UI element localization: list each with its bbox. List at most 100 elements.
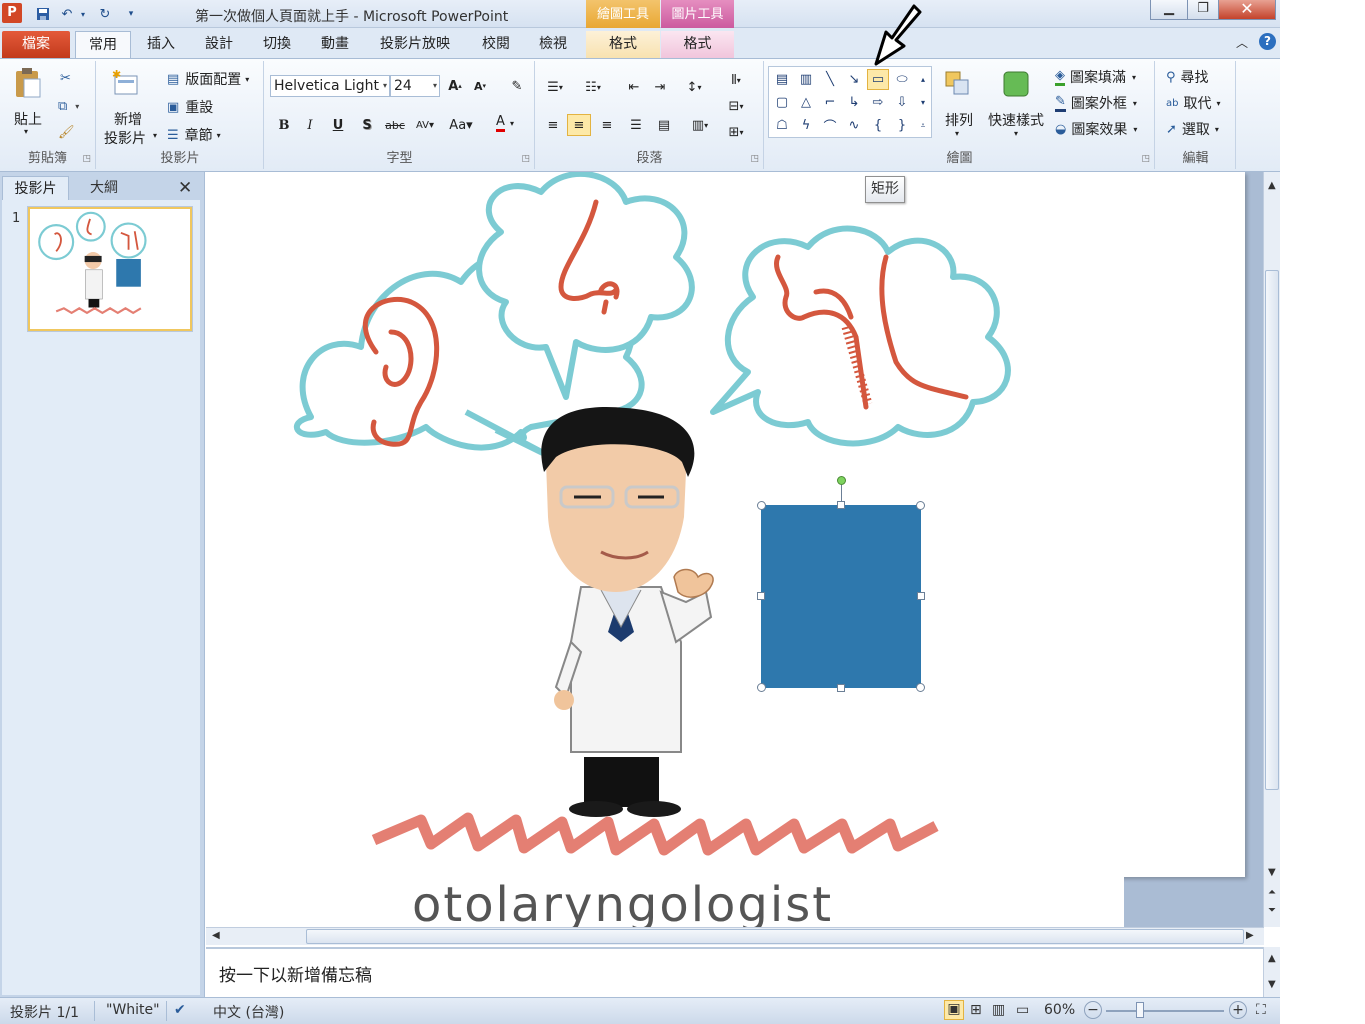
bullets-icon[interactable]: ☰ ▾ [543, 76, 567, 98]
zoom-out-icon[interactable]: − [1084, 1001, 1102, 1019]
freeform-shape-icon[interactable]: ☖ [771, 115, 793, 136]
select-button[interactable]: ➚ 選取 ▾ [1166, 119, 1219, 139]
help-icon[interactable]: ? [1259, 33, 1276, 50]
clear-formatting-icon[interactable]: ✎ [505, 75, 529, 97]
arrange-label[interactable]: 排列 [945, 110, 973, 130]
gallery-scroll-down-icon[interactable]: ▾ [915, 92, 931, 113]
tab-picture-format[interactable]: 格式 [661, 31, 734, 58]
elbow-arrow-connector-icon[interactable]: ↳ [843, 92, 865, 113]
scroll-down-icon[interactable]: ▼ [1268, 867, 1276, 878]
new-slide-label-1[interactable]: 新增 [114, 109, 142, 129]
slide-caption[interactable]: otolaryngologist [412, 877, 833, 927]
right-brace-shape-icon[interactable]: } [891, 115, 913, 136]
shape-outline-button[interactable]: ✎ 圖案外框 ▾ [1055, 93, 1137, 113]
reading-view-icon[interactable]: ▥ [992, 1002, 1005, 1018]
tab-slides[interactable]: 投影片 [2, 176, 69, 200]
right-arrow-shape-icon[interactable]: ⇨ [867, 92, 889, 113]
tab-review[interactable]: 校閱 [470, 31, 522, 58]
slideshow-view-icon[interactable]: ▭ [1016, 1002, 1029, 1018]
vertical-scroll-thumb[interactable] [1265, 270, 1279, 790]
rectangle-shape-icon[interactable]: ▭ [867, 69, 889, 90]
notes-placeholder[interactable]: 按一下以新增備忘稿 [219, 961, 372, 986]
redo-icon[interactable]: ↻ [96, 5, 114, 23]
columns-icon[interactable]: ▥ ▾ [688, 114, 712, 136]
slide-sorter-view-icon[interactable]: ⊞ [970, 1002, 982, 1018]
bold-icon[interactable]: B [272, 114, 296, 136]
zoom-slider-track[interactable] [1106, 1010, 1224, 1012]
scribble-shape-icon[interactable]: ϟ [795, 115, 817, 136]
tab-home[interactable]: 常用 [75, 31, 131, 58]
grow-font-icon[interactable]: A ▴ [443, 75, 467, 97]
elbow-connector-icon[interactable]: ⌐ [819, 92, 841, 113]
distributed-icon[interactable]: ▤ [652, 114, 676, 136]
line-shape-icon[interactable]: ╲ [819, 69, 841, 90]
zoom-in-icon[interactable]: + [1229, 1001, 1247, 1019]
oval-shape-icon[interactable]: ⬭ [891, 69, 913, 90]
underline-icon[interactable]: U [326, 114, 350, 136]
paste-dropdown-icon[interactable]: ▾ [24, 127, 28, 136]
horizontal-scroll-thumb[interactable] [306, 929, 1244, 944]
resize-handle-tl[interactable] [757, 501, 766, 510]
fit-to-window-icon[interactable]: ⛶ [1256, 1002, 1266, 1018]
tab-view[interactable]: 檢視 [529, 31, 577, 58]
align-text-icon[interactable]: ⊟ ▾ [724, 95, 748, 117]
scroll-up-icon[interactable]: ▲ [1268, 180, 1276, 191]
line-spacing-icon[interactable]: ↕ ▾ [682, 76, 706, 98]
gallery-scroll-up-icon[interactable]: ▴ [915, 69, 931, 90]
undo-dropdown-icon[interactable]: ▾ [78, 5, 88, 23]
slide-canvas[interactable] [206, 172, 1245, 877]
language-indicator[interactable]: 中文 (台灣) [213, 1002, 284, 1022]
arrange-dropdown-icon[interactable]: ▾ [955, 129, 959, 138]
tab-slideshow[interactable]: 投影片放映 [369, 31, 461, 58]
section-button[interactable]: ☰ 章節 ▾ [167, 125, 221, 145]
font-launcher-icon[interactable]: ◳ [521, 154, 530, 164]
selected-rectangle-shape[interactable] [761, 505, 921, 688]
layout-button[interactable]: ▤ 版面配置 ▾ [167, 69, 249, 89]
new-slide-dropdown-icon[interactable]: ▾ [153, 131, 157, 140]
undo-icon[interactable]: ↶ [58, 5, 76, 23]
tab-file[interactable]: 檔案 [2, 31, 70, 58]
shrink-font-icon[interactable]: A ▾ [468, 75, 492, 97]
curve-shape-icon[interactable]: ∿ [843, 115, 865, 136]
tab-animations[interactable]: 動畫 [311, 31, 359, 58]
font-size-combo[interactable]: 24 ▾ [390, 75, 440, 97]
tab-drawing-format[interactable]: 格式 [586, 31, 660, 58]
zoom-slider-thumb[interactable] [1136, 1002, 1144, 1018]
tab-outline[interactable]: 大綱 [70, 176, 138, 200]
resize-handle-br[interactable] [916, 683, 925, 692]
notes-scroll-down-icon[interactable]: ▼ [1268, 979, 1276, 990]
align-right-icon[interactable]: ≡ [595, 114, 619, 136]
notes-pane[interactable]: 按一下以新增備忘稿 [206, 947, 1264, 997]
find-button[interactable]: ⚲ 尋找 [1166, 67, 1209, 87]
shape-effects-button[interactable]: ◒ 圖案效果 ▾ [1055, 119, 1137, 139]
normal-view-icon[interactable]: ▣ [944, 1000, 964, 1020]
resize-handle-bottom[interactable] [837, 684, 845, 692]
tab-design[interactable]: 設計 [195, 31, 243, 58]
strikethrough-icon[interactable]: abc [383, 114, 407, 136]
italic-icon[interactable]: I [298, 114, 322, 136]
triangle-shape-icon[interactable]: △ [795, 92, 817, 113]
spell-check-icon[interactable]: ✔ [174, 1002, 186, 1018]
resize-handle-left[interactable] [757, 592, 765, 600]
slide-thumbnail[interactable] [27, 206, 193, 332]
resize-handle-right[interactable] [917, 592, 925, 600]
numbering-icon[interactable]: ☷ ▾ [581, 76, 605, 98]
left-brace-shape-icon[interactable]: { [867, 115, 889, 136]
quick-styles-icon[interactable] [1001, 69, 1033, 101]
align-left-icon[interactable]: ≡ [541, 114, 565, 136]
tab-insert[interactable]: 插入 [137, 31, 185, 58]
reset-button[interactable]: ▣ 重設 [167, 97, 213, 117]
cut-icon[interactable]: ✂ [60, 71, 71, 86]
arrow-line-shape-icon[interactable]: ↘ [843, 69, 865, 90]
minimize-button[interactable]: ▁ [1150, 0, 1188, 20]
down-arrow-shape-icon[interactable]: ⇩ [891, 92, 913, 113]
minimize-ribbon-icon[interactable]: ︿ [1236, 34, 1248, 51]
close-panel-icon[interactable]: ✕ [178, 176, 192, 200]
previous-slide-icon[interactable]: ⏶ [1268, 887, 1276, 898]
scroll-left-icon[interactable]: ◀ [212, 930, 220, 941]
change-case-icon[interactable]: Aa▾ [449, 114, 473, 136]
tab-transitions[interactable]: 切換 [253, 31, 301, 58]
gallery-more-icon[interactable]: ⩡ [915, 115, 931, 136]
clipboard-launcher-icon[interactable]: ◳ [82, 154, 91, 164]
shape-fill-button[interactable]: ◈ 圖案填滿 ▾ [1055, 67, 1136, 87]
